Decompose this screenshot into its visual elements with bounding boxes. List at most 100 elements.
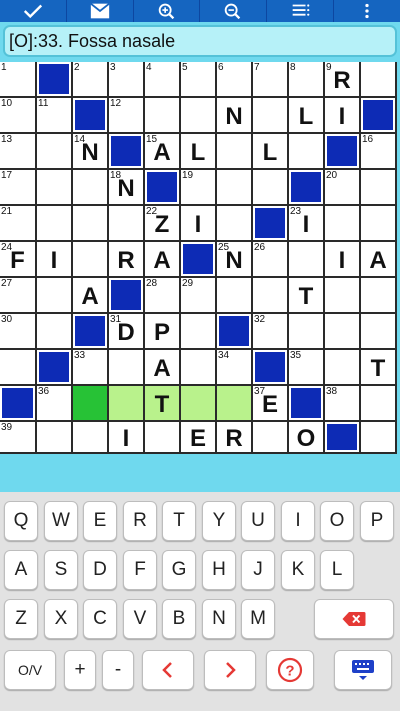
grid-cell[interactable] xyxy=(145,422,181,454)
grid-cell[interactable]: A xyxy=(145,350,181,386)
grid-cell[interactable]: L xyxy=(253,134,289,170)
grid-cell[interactable]: A xyxy=(145,242,181,278)
key-w[interactable]: W xyxy=(44,501,78,541)
key-l[interactable]: L xyxy=(320,550,354,590)
grid-cell[interactable] xyxy=(361,206,397,242)
grid-cell[interactable] xyxy=(73,170,109,206)
grid-cell[interactable]: 26 xyxy=(253,242,289,278)
grid-cell[interactable] xyxy=(109,350,145,386)
grid-cell[interactable] xyxy=(37,170,73,206)
key-i[interactable]: I xyxy=(281,501,315,541)
grid-cell[interactable]: 37 E xyxy=(253,386,289,422)
grid-cell[interactable]: 24 F xyxy=(0,242,37,278)
grid-cell[interactable]: 39 xyxy=(0,422,37,454)
grid-cell[interactable]: 12 xyxy=(109,98,145,134)
grid-cell[interactable]: 29 xyxy=(181,278,217,314)
grid-cell[interactable] xyxy=(37,206,73,242)
grid-cell[interactable]: E xyxy=(181,422,217,454)
grid-cell[interactable] xyxy=(0,350,37,386)
grid-cell[interactable] xyxy=(73,206,109,242)
grid-cell[interactable] xyxy=(109,386,145,422)
minus-key[interactable]: - xyxy=(102,650,134,690)
key-p[interactable]: P xyxy=(360,501,394,541)
key-n[interactable]: N xyxy=(202,599,236,639)
grid-cell[interactable]: 10 xyxy=(0,98,37,134)
grid-cell[interactable]: 14 N xyxy=(73,134,109,170)
grid-cell[interactable]: 19 xyxy=(181,170,217,206)
key-j[interactable]: J xyxy=(241,550,275,590)
clue-bar[interactable]: [O]:33. Fossa nasale xyxy=(3,25,397,57)
grid-cell[interactable] xyxy=(361,422,397,454)
grid-cell[interactable]: 35 xyxy=(289,350,325,386)
grid-cell[interactable] xyxy=(289,314,325,350)
grid-cell[interactable]: 32 xyxy=(253,314,289,350)
keyboard-key[interactable] xyxy=(334,650,392,690)
grid-cell[interactable]: 3 xyxy=(109,62,145,98)
grid-cell[interactable]: 13 xyxy=(0,134,37,170)
check-button[interactable] xyxy=(0,0,67,22)
key-o[interactable]: O xyxy=(320,501,354,541)
grid-cell[interactable] xyxy=(253,170,289,206)
key-h[interactable]: H xyxy=(202,550,236,590)
grid-cell[interactable]: 31 D xyxy=(109,314,145,350)
grid-cell[interactable]: N xyxy=(217,98,253,134)
grid-cell[interactable]: I xyxy=(37,242,73,278)
grid-cell[interactable]: O xyxy=(289,422,325,454)
grid-cell[interactable] xyxy=(181,98,217,134)
grid-cell[interactable] xyxy=(325,206,361,242)
grid-cell[interactable] xyxy=(37,134,73,170)
key-v[interactable]: V xyxy=(123,599,157,639)
grid-cell[interactable]: L xyxy=(289,98,325,134)
key-z[interactable]: Z xyxy=(4,599,38,639)
grid-cell[interactable]: 4 xyxy=(145,62,181,98)
grid-cell[interactable]: I xyxy=(109,422,145,454)
next-key[interactable] xyxy=(204,650,256,690)
grid-cell[interactable]: 1 xyxy=(0,62,37,98)
grid-cell[interactable] xyxy=(361,62,397,98)
grid-cell[interactable] xyxy=(73,422,109,454)
plus-key[interactable]: + xyxy=(64,650,96,690)
grid-cell[interactable] xyxy=(361,170,397,206)
grid-cell[interactable]: A xyxy=(361,242,397,278)
key-a[interactable]: A xyxy=(4,550,38,590)
mail-button[interactable] xyxy=(67,0,134,22)
grid-cell[interactable]: T xyxy=(289,278,325,314)
grid-cell[interactable] xyxy=(145,98,181,134)
zoom-out-button[interactable] xyxy=(200,0,268,22)
grid-cell[interactable]: 27 xyxy=(0,278,37,314)
key-d[interactable]: D xyxy=(83,550,117,590)
grid-cell[interactable]: 6 xyxy=(217,62,253,98)
grid-cell[interactable] xyxy=(181,350,217,386)
grid-cell[interactable]: 11 xyxy=(37,98,73,134)
grid-cell[interactable] xyxy=(217,134,253,170)
grid-cell[interactable]: 36 xyxy=(37,386,73,422)
key-y[interactable]: Y xyxy=(202,501,236,541)
grid-cell[interactable]: 25 N xyxy=(217,242,253,278)
grid-cell[interactable]: 15 A xyxy=(145,134,181,170)
grid-cell[interactable] xyxy=(289,242,325,278)
key-b[interactable]: B xyxy=(162,599,196,639)
key-t[interactable]: T xyxy=(162,501,196,541)
grid-cell[interactable]: 22 Z xyxy=(145,206,181,242)
grid-cell[interactable] xyxy=(217,386,253,422)
backspace-key[interactable] xyxy=(314,599,394,639)
help-key[interactable]: ? xyxy=(266,650,314,690)
key-x[interactable]: X xyxy=(44,599,78,639)
key-c[interactable]: C xyxy=(83,599,117,639)
grid-cell[interactable]: 8 xyxy=(289,62,325,98)
grid-cell[interactable]: T xyxy=(361,350,397,386)
grid-cell[interactable]: 17 xyxy=(0,170,37,206)
grid-cell[interactable]: 5 xyxy=(181,62,217,98)
grid-cell[interactable] xyxy=(325,314,361,350)
key-q[interactable]: Q xyxy=(4,501,38,541)
more-button[interactable] xyxy=(334,0,400,22)
grid-cell[interactable] xyxy=(181,386,217,422)
grid-cell[interactable]: 9R xyxy=(325,62,361,98)
grid-cell[interactable] xyxy=(253,278,289,314)
grid-cell[interactable] xyxy=(217,206,253,242)
grid-cell[interactable]: I xyxy=(325,98,361,134)
zoom-in-button[interactable] xyxy=(134,0,201,22)
mode-key[interactable]: O/V xyxy=(4,650,56,690)
grid-cell[interactable]: 34 xyxy=(217,350,253,386)
grid-cell[interactable]: R xyxy=(109,242,145,278)
